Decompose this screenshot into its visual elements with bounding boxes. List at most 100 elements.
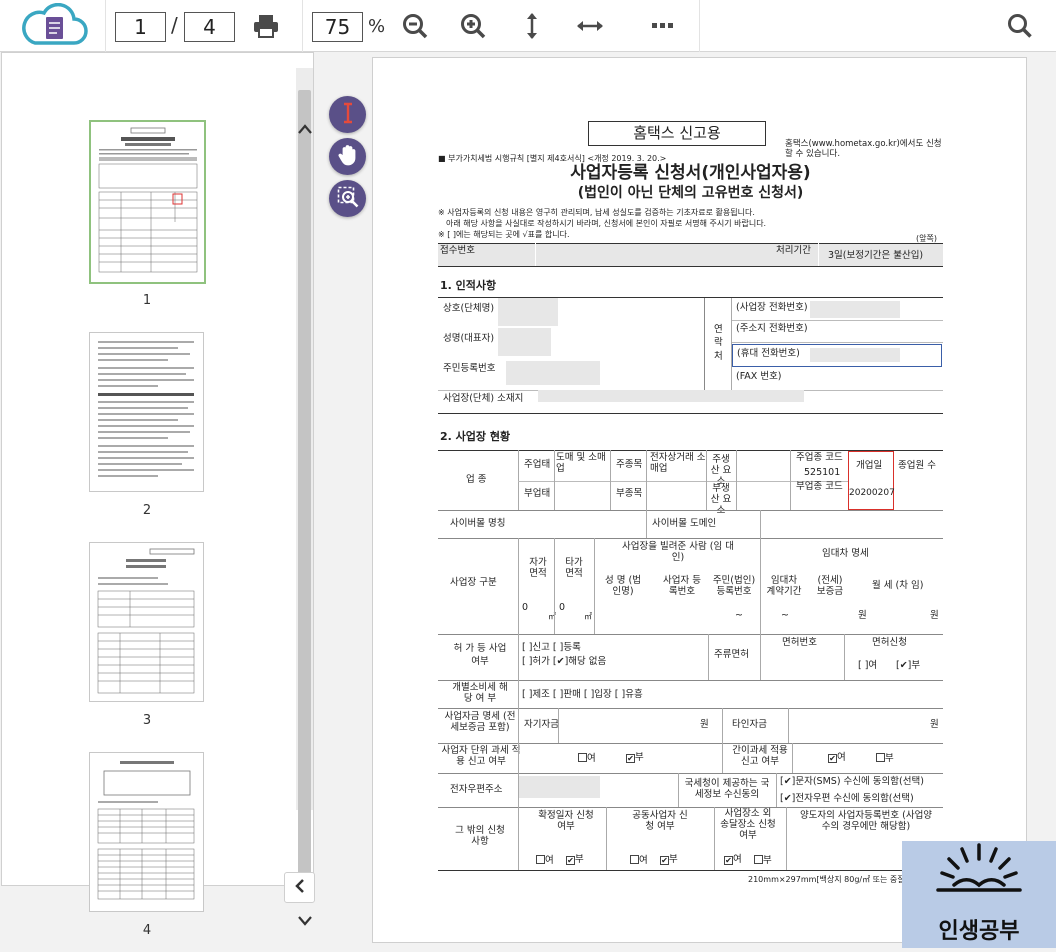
zoom-area-button[interactable] [329,180,366,217]
open-date-label: 개업일 [856,460,883,471]
checkbox-checked[interactable]: ✔ [566,856,575,865]
redacted-field [498,328,551,356]
redacted-field [506,361,600,385]
unit-tax-no[interactable]: ✔부 [626,752,644,764]
receipt-number-label: 접수번호 [440,245,475,256]
mailing-address-label: 사업장소 외 송달장소 신청 여부 [720,808,776,841]
address-label: 사업장(단체) 소재지 [443,393,524,404]
excise-label: 개별소비세 해 당 여 부 [452,682,508,704]
chevron-down-icon[interactable] [297,912,313,931]
toolbar: 1 / 4 75 % [0,0,1056,52]
redacted-field [810,348,900,362]
checkbox-checked[interactable]: ✔ [660,856,669,865]
rented-area-value: 0 [559,602,566,613]
lessor-rrn-label: 주민(법인) 등록번호 [712,575,756,597]
collapse-sidebar-button[interactable] [284,872,315,903]
sub-code-label: 부업종 코드 [796,481,843,492]
lease-period-tilde: ~ [781,610,789,621]
fixed-date-yes[interactable]: 여 [536,855,554,867]
license-number-label: 면허번호 [782,637,817,648]
trade-name-label: 상호(단체명) [443,303,495,314]
joint-business-no[interactable]: ✔부 [660,854,678,866]
checkbox[interactable] [578,753,587,762]
checkbox[interactable] [630,855,639,864]
monthly-unit: 원 [930,610,939,621]
search-icon[interactable] [1002,0,1038,52]
transferor-label: 양도자의 사업자등록번호 (사업양수의 경우에만 해당함) [799,810,933,832]
name-label: 성명(대표자) [443,333,495,344]
checkbox[interactable] [536,855,545,864]
own-funds-label: 자기자금 [524,719,559,730]
checkbox[interactable] [754,855,763,864]
other-requests-label: 그 밖의 신청사항 [455,825,505,847]
chevron-up-icon[interactable] [297,120,313,139]
consent-email[interactable]: [✔]전자우편 수신에 동의함(선택) [780,793,914,805]
checkbox-checked[interactable]: ✔ [828,754,837,763]
mailing-address-no[interactable]: 부 [754,855,772,867]
hand-tool-button[interactable] [329,138,366,175]
employees-label: 종업원 수 [898,460,936,471]
lessor-biz-no-label: 사업자 등록번호 [663,575,701,597]
license-apply-no[interactable]: [✔]부 [896,660,920,672]
brand-name: 인생공부 [938,919,1020,944]
zoom-area-icon [337,186,359,212]
fit-width-icon[interactable] [572,0,608,52]
borrowed-funds-label: 타인자금 [732,719,767,730]
redacted-field [518,776,600,798]
simple-tax-no[interactable]: 부 [876,753,894,765]
own-funds-unit: 원 [700,719,709,730]
print-icon[interactable] [248,0,284,52]
checkbox[interactable] [876,753,885,762]
thumbnail-page-2[interactable] [89,332,204,492]
mailing-address-yes[interactable]: ✔여 [724,854,742,866]
zoom-out-icon[interactable] [397,0,433,52]
main-item-value: 전자상거래 소매업 [650,452,706,474]
page-separator: / [171,13,178,37]
joint-business-label: 공동사업자 신청 여부 [632,810,688,832]
more-icon[interactable] [645,0,681,52]
redacted-field [810,301,900,318]
thumbnail-label: 4 [142,923,152,938]
chevron-left-icon [294,878,306,898]
main-code-label: 주업종 코드 [796,452,843,463]
excise-options[interactable]: [ ]제조 [ ]판매 [ ]입장 [ ]유흥 [522,689,643,701]
sub-type-label: 부업태 [524,488,551,499]
thumbnail-label: 3 [142,713,152,728]
checkbox-checked[interactable]: ✔ [724,856,733,865]
main-item-label: 주종목 [616,459,643,470]
law-reference: ■ 부가가치세법 시행규칙 [별지 제4호서식] <개정 2019. 3. 20… [438,154,667,163]
deposit-label: (전세) 보증금 [816,575,844,597]
zoom-in-icon[interactable] [455,0,491,52]
form-note: 아래 해당 사항을 사실대로 작성하시기 바라며, 신청서에 본인이 자필로 서… [446,219,767,228]
checkbox-checked[interactable]: ✔ [626,754,635,763]
rrn-label: 주민등록번호 [443,363,496,374]
business-phone-label: (사업장 전화번호) [736,302,808,313]
license-apply-yes[interactable]: [ ]여 [858,660,877,672]
cloud-doc-icon[interactable] [14,0,94,52]
thumbnail-page-4[interactable] [89,752,204,912]
deposit-unit: 원 [858,610,867,621]
fit-height-icon[interactable] [514,0,550,52]
page-total: 4 [184,12,235,42]
fax-label: (FAX 번호) [736,371,782,382]
simple-tax-yes[interactable]: ✔여 [828,752,846,764]
zoom-input[interactable]: 75 [312,12,363,42]
form-banner: 홈택스 신고용 [588,121,766,146]
thumbnail-label: 1 [142,293,152,308]
sub-item-label: 부종목 [616,488,643,499]
joint-business-yes[interactable]: 여 [630,855,648,867]
sub-production-label: 부생산 요소 [710,483,732,516]
scrollbar-thumb[interactable] [298,90,311,890]
contact-label: 연 락 처 [714,324,723,362]
industry-label: 업 종 [466,474,487,485]
permit-options-2[interactable]: [ ]허가 [✔]해당 없음 [522,656,606,668]
lease-period-label: 임대차 계약기간 [766,575,802,597]
permit-options-1[interactable]: [ ]신고 [ ]등록 [522,642,581,654]
page-current-input[interactable]: 1 [115,12,166,42]
fixed-date-no[interactable]: ✔부 [566,854,584,866]
thumbnail-page-1[interactable] [89,120,206,284]
text-select-button[interactable] [329,96,366,133]
thumbnail-page-3[interactable] [89,542,204,702]
unit-tax-yes[interactable]: 여 [578,753,596,765]
consent-sms[interactable]: [✔]문자(SMS) 수신에 동의함(선택) [780,776,924,788]
